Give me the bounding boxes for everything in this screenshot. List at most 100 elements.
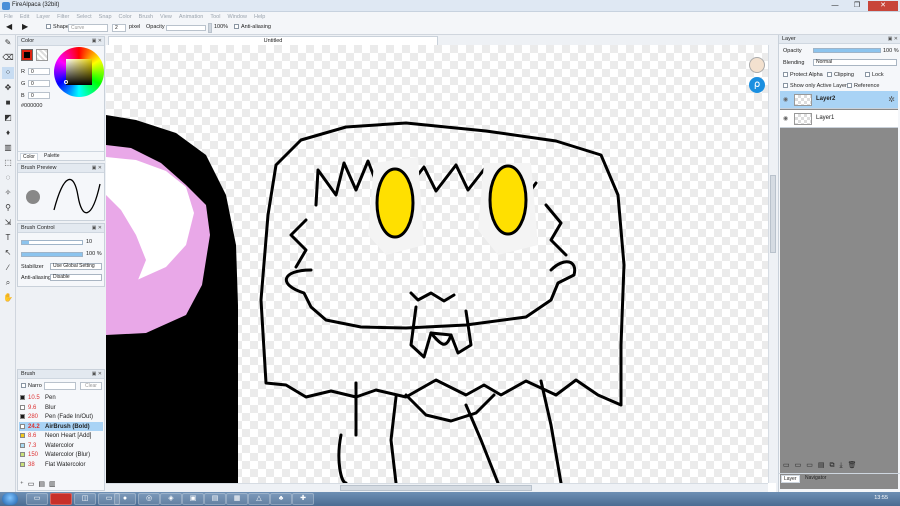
visibility-eye-icon[interactable]: ◉ (783, 96, 788, 103)
taskbar-app-icon[interactable]: ♣ (270, 493, 292, 505)
bucket-tool-icon[interactable]: ♦ (2, 127, 14, 139)
taskbar-app-icon[interactable]: ◎ (138, 493, 160, 505)
tab-navigator[interactable]: Navigator (803, 475, 828, 481)
shape-tool-icon[interactable]: ■ (2, 97, 14, 109)
menu-file[interactable]: File (4, 14, 13, 20)
opacity-slider-handle[interactable] (208, 23, 212, 33)
layer-row-layer1[interactable]: ◉ Layer1 (780, 110, 898, 128)
brush-list-item-selected[interactable]: 24.2 AirBrush (Bold) (19, 421, 103, 431)
text-tool-icon[interactable]: T (2, 232, 14, 244)
brush-tool-icon[interactable]: ✎ (2, 37, 14, 49)
menu-brush[interactable]: Brush (139, 14, 153, 20)
brush-list-item[interactable]: 7.3 Watercolor (19, 441, 103, 451)
magic-wand-tool-icon[interactable]: ✧ (2, 187, 14, 199)
panel-pin-icon[interactable]: ▣ ✕ (888, 36, 898, 42)
show-active-checkbox[interactable] (783, 83, 788, 89)
blending-select[interactable]: Normal (813, 59, 897, 66)
taskbar-app-icon[interactable]: ▤ (204, 493, 226, 505)
drawing-canvas[interactable]: ⍴ (106, 45, 768, 483)
narrow-checkbox[interactable] (21, 383, 26, 389)
color-picker-marker[interactable] (64, 80, 68, 84)
start-button[interactable] (2, 493, 18, 505)
color-square[interactable] (66, 59, 92, 85)
taskbar-app-icon[interactable]: ● (114, 493, 136, 505)
background-color-swatch[interactable] (36, 49, 48, 61)
minimize-button[interactable]: — (824, 1, 846, 11)
layer-opacity-slider[interactable] (813, 48, 881, 53)
menu-layer[interactable]: Layer (36, 14, 50, 20)
shape-checkbox[interactable] (46, 24, 51, 30)
menu-view[interactable]: View (160, 14, 172, 20)
reference-checkbox[interactable] (847, 83, 852, 89)
brush-list-item[interactable]: 8.6 Neon Heart [Add] (19, 431, 103, 441)
new-layer-icon[interactable]: ▭ (783, 462, 795, 469)
tab-color[interactable]: Color (20, 153, 38, 161)
antialias-checkbox[interactable] (234, 24, 239, 30)
layer-folder-icon[interactable]: ▤ (818, 462, 830, 469)
next-icon[interactable]: ▶ (22, 22, 28, 31)
brush-list-item[interactable]: 38 Flat Watercolor (19, 460, 103, 470)
transform-tool-icon[interactable]: ⇲ (2, 217, 14, 229)
brush-antialias-select[interactable]: Disable (50, 274, 102, 281)
eyedropper-tool-icon[interactable]: ⌕ (2, 277, 14, 289)
vertical-scrollbar[interactable] (768, 45, 776, 483)
fill-tool-icon[interactable]: ◩ (2, 112, 14, 124)
menu-color[interactable]: Color (119, 14, 132, 20)
dot-tool-icon[interactable]: ⁘ (2, 67, 14, 79)
brush-list-item[interactable]: 10.5 Pen (19, 393, 103, 403)
clear-button[interactable]: Clear (80, 382, 102, 390)
b-input[interactable]: 0 (28, 92, 50, 99)
menu-edit[interactable]: Edit (20, 14, 29, 20)
taskbar-app-icon[interactable]: ▣ (182, 493, 204, 505)
r-input[interactable]: 0 (28, 68, 50, 75)
panel-pin-icon[interactable]: ▣ ✕ (92, 371, 102, 377)
taskbar-app-icon[interactable]: ✚ (292, 493, 314, 505)
new-brush-icon[interactable]: ▭ (28, 481, 39, 488)
visibility-eye-icon[interactable]: ◉ (783, 115, 788, 122)
menu-snap[interactable]: Snap (99, 14, 112, 20)
avatar-icon[interactable] (749, 57, 765, 73)
taskbar-app-icon[interactable]: ◈ (160, 493, 182, 505)
brush-list-item[interactable]: 150 Watercolor (Blur) (19, 450, 103, 460)
document-tab[interactable]: Untitled (108, 36, 438, 45)
brush-size-slider[interactable] (21, 240, 83, 245)
new-8bit-layer-icon[interactable]: ▭ (795, 462, 807, 469)
menu-animation[interactable]: Animation (179, 14, 203, 20)
duplicate-layer-icon[interactable]: ⧉ (830, 462, 840, 469)
vertical-scroll-thumb[interactable] (770, 175, 776, 253)
shape-select[interactable]: Curve (68, 24, 108, 32)
brush-add-icon[interactable]: ⁺ (20, 481, 28, 488)
gradient-tool-icon[interactable]: ▥ (2, 142, 14, 154)
menu-filter[interactable]: Filter (57, 14, 69, 20)
taskbar-app-icon[interactable] (50, 493, 72, 505)
protect-alpha-checkbox[interactable] (783, 72, 788, 78)
select-pen-tool-icon[interactable]: ⚲ (2, 202, 14, 214)
move-tool-icon[interactable]: ✥ (2, 82, 14, 94)
close-button[interactable]: ✕ (868, 1, 898, 11)
delete-brush-icon[interactable]: ▥ (49, 481, 60, 488)
size-select[interactable]: 2 (112, 24, 126, 32)
foreground-color-swatch[interactable] (21, 49, 33, 61)
opacity-slider[interactable] (166, 25, 206, 31)
horizontal-scroll-thumb[interactable] (340, 485, 532, 491)
g-input[interactable]: 0 (28, 80, 50, 87)
menu-window[interactable]: Window (227, 14, 247, 20)
divide-tool-icon[interactable]: ∕ (2, 262, 14, 274)
hand-tool-icon[interactable]: ✋ (2, 292, 14, 304)
delete-layer-icon[interactable]: 🗑 (848, 462, 862, 469)
taskbar-app-icon[interactable]: ◫ (74, 493, 96, 505)
menu-tool[interactable]: Tool (210, 14, 220, 20)
tab-layer[interactable]: Layer (781, 475, 800, 483)
new-1bit-layer-icon[interactable]: ▭ (806, 462, 818, 469)
taskbar-app-icon[interactable]: △ (248, 493, 270, 505)
operation-tool-icon[interactable]: ↖ (2, 247, 14, 259)
panel-pin-icon[interactable]: ▣ ✕ (92, 165, 102, 171)
brush-list-item[interactable]: 280 Pen (Fade In/Out) (19, 412, 103, 422)
brush-search-input[interactable] (44, 382, 76, 390)
menu-select[interactable]: Select (76, 14, 91, 20)
maximize-button[interactable]: ❐ (846, 1, 868, 11)
taskbar-app-icon[interactable]: ▦ (226, 493, 248, 505)
clipping-checkbox[interactable] (827, 72, 832, 78)
horizontal-scrollbar[interactable] (106, 483, 768, 492)
taskbar-app-icon[interactable]: ▭ (26, 493, 48, 505)
